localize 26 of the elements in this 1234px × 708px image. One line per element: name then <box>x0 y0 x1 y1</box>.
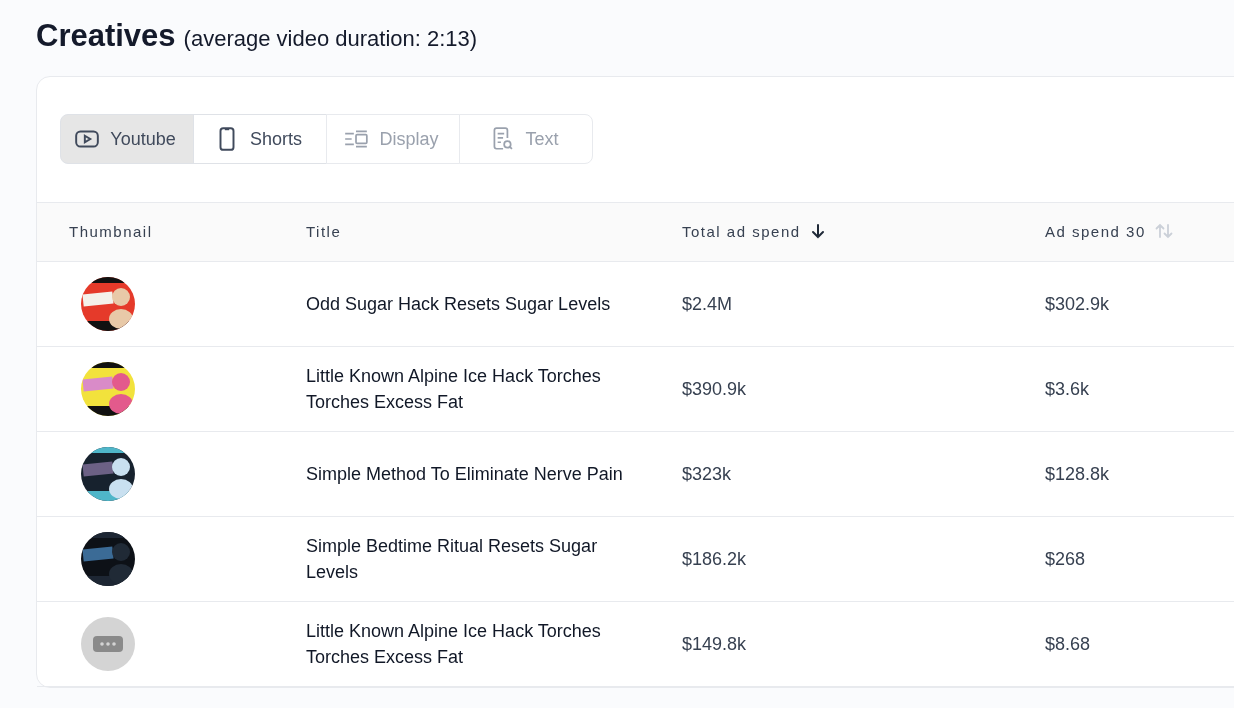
total-spend: $149.8k <box>682 633 747 654</box>
page-subtitle: (average video duration: 2:13) <box>183 26 478 52</box>
total-spend: $2.4M <box>682 293 733 314</box>
sort-icon <box>1155 223 1174 239</box>
chat-placeholder-icon <box>81 617 135 671</box>
creative-title: Odd Sugar Hack Resets Sugar Levels <box>306 293 611 316</box>
format-tab[interactable]: Youtube <box>60 114 194 164</box>
creative-title: Little Known Alpine Ice Hack Torches Torches Excess Fat <box>306 365 602 414</box>
creative-title: Little Known Alpine Ice Hack Torches Torches Excess Fat <box>306 620 602 669</box>
column-header: Title <box>305 202 681 262</box>
spend-30: $302.9k <box>1045 293 1110 314</box>
total-spend: $323k <box>682 463 732 484</box>
sort-down-icon <box>810 223 827 239</box>
spend-30: $3.6k <box>1045 378 1090 399</box>
total-spend: $186.2k <box>682 548 747 569</box>
total-spend: $390.9k <box>682 378 747 399</box>
column-header: Thumbnail <box>37 202 305 262</box>
creative-title: Simple Bedtime Ritual Resets Sugar Levels <box>306 535 599 584</box>
column-header[interactable]: Ad spend 30 <box>1044 202 1234 262</box>
spend-30: $8.68 <box>1045 633 1091 654</box>
spend-30: $268 <box>1045 548 1086 569</box>
format-tab[interactable]: Shorts <box>193 114 327 164</box>
page-title: Creatives <box>36 18 176 54</box>
creative-title: Simple Method To Eliminate Nerve Pain <box>306 463 623 486</box>
spend-30: $128.8k <box>1045 463 1110 484</box>
column-header[interactable]: Total ad spend <box>681 202 1044 262</box>
